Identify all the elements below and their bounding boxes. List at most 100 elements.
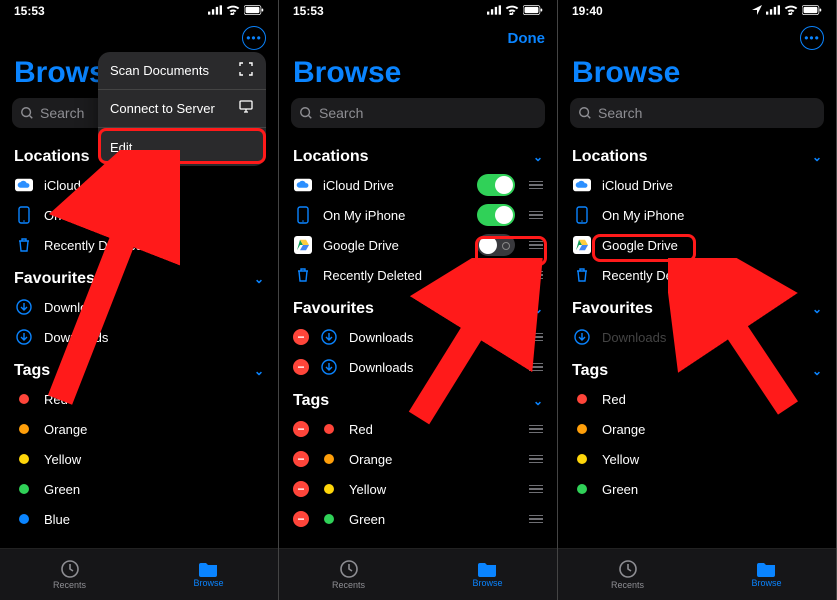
row-downloads[interactable]: Downloads — [558, 322, 836, 352]
drag-handle-icon[interactable] — [529, 425, 543, 433]
tab-recents[interactable]: Recents — [0, 549, 139, 600]
row-yellow[interactable]: Yellow — [0, 444, 278, 474]
drag-handle-icon[interactable] — [529, 241, 543, 249]
more-button[interactable]: ••• — [242, 26, 266, 50]
section-header-favourites[interactable]: Favourites⌄ — [0, 260, 278, 292]
row-orange[interactable]: Orange — [0, 414, 278, 444]
remove-button[interactable]: − — [293, 329, 309, 345]
row-on-my-iphone[interactable]: On My iPhone — [0, 200, 278, 230]
more-button[interactable]: ••• — [800, 26, 824, 50]
row-green[interactable]: Green — [0, 474, 278, 504]
nav-bar: Done — [279, 22, 557, 54]
row-on-my-iphone[interactable]: On My iPhone — [558, 200, 836, 230]
signal-icon — [487, 4, 501, 18]
menu-item-edit[interactable]: Edit — [98, 128, 266, 166]
google-drive-icon — [572, 235, 592, 255]
server-icon — [238, 100, 254, 117]
drag-handle-icon[interactable] — [529, 455, 543, 463]
remove-button[interactable]: − — [293, 481, 309, 497]
row-label: Green — [44, 482, 264, 497]
tag-swatch-green — [324, 514, 334, 524]
row-label: Orange — [602, 422, 822, 437]
section-header-tags[interactable]: Tags⌄ — [279, 382, 557, 414]
row-icloud-drive[interactable]: iCloud Drive — [558, 170, 836, 200]
row-icloud-drive[interactable]: iCloud Drive — [279, 170, 557, 200]
row-label: Recently Deleted — [323, 268, 515, 283]
tag-swatch-orange — [324, 454, 334, 464]
row-yellow[interactable]: −Yellow — [279, 474, 557, 504]
row-recently-deleted[interactable]: Recently Deleted — [279, 260, 557, 290]
done-button[interactable]: Done — [508, 30, 546, 47]
page-title: Browse — [558, 54, 836, 98]
row-orange[interactable]: − Orange — [279, 444, 557, 474]
row-label: Yellow — [602, 452, 822, 467]
google-drive-icon — [293, 235, 313, 255]
drag-handle-icon[interactable] — [529, 333, 543, 341]
tab-browse[interactable]: Browse — [418, 549, 557, 600]
row-label: Orange — [44, 422, 264, 437]
tag-swatch-yellow — [19, 454, 29, 464]
status-time: 19:40 — [572, 4, 603, 18]
row-red[interactable]: −Red — [279, 414, 557, 444]
row-red[interactable]: Red — [558, 384, 836, 414]
row-label: Orange — [349, 452, 515, 467]
drag-handle-icon[interactable] — [529, 181, 543, 189]
tab-bar: RecentsBrowse — [0, 548, 278, 600]
drag-handle-icon[interactable] — [529, 271, 543, 279]
row-yellow[interactable]: Yellow — [558, 444, 836, 474]
remove-button[interactable]: − — [293, 451, 309, 467]
row-recently-deleted[interactable]: Recently Deleted — [0, 230, 278, 260]
remove-button[interactable]: − — [293, 511, 309, 527]
screenshot-pane-1: 15:53•••BrowseSearchScan DocumentsConnec… — [0, 0, 279, 600]
remove-button[interactable]: − — [293, 359, 309, 375]
drag-handle-icon[interactable] — [529, 515, 543, 523]
row-downloads[interactable]: −Downloads — [279, 352, 557, 382]
row-on-my-iphone[interactable]: On My iPhone — [279, 200, 557, 230]
drag-handle-icon[interactable] — [529, 363, 543, 371]
row-icloud-drive[interactable]: iCloud Drive — [0, 170, 278, 200]
section-header-locations[interactable]: Locations⌄ — [558, 138, 836, 170]
row-label: Downloads — [44, 300, 264, 315]
row-label: Recently Deleted — [44, 238, 264, 253]
section-header-locations[interactable]: Locations⌄ — [279, 138, 557, 170]
section-header-tags[interactable]: Tags⌄ — [558, 352, 836, 384]
row-blue[interactable]: Blue — [0, 504, 278, 534]
download-icon — [572, 327, 592, 347]
tab-recents[interactable]: Recents — [279, 549, 418, 600]
row-label: iCloud Drive — [602, 178, 822, 193]
remove-button[interactable]: − — [293, 421, 309, 437]
row-label: Yellow — [44, 452, 264, 467]
search-input[interactable]: Search — [570, 98, 824, 128]
menu-item-scan-documents[interactable]: Scan Documents — [98, 52, 266, 90]
row-red[interactable]: Red — [0, 384, 278, 414]
section-header-tags[interactable]: Tags⌄ — [0, 352, 278, 384]
row-downloads[interactable]: −Downloads — [279, 322, 557, 352]
toggle-icloud-drive[interactable] — [477, 174, 515, 196]
drag-handle-icon[interactable] — [529, 211, 543, 219]
drag-handle-icon[interactable] — [529, 485, 543, 493]
tab-browse[interactable]: Browse — [139, 549, 278, 600]
search-icon — [20, 106, 34, 120]
tab-recents[interactable]: Recents — [558, 549, 697, 600]
row-green[interactable]: − Green — [279, 504, 557, 534]
battery-icon — [244, 4, 264, 18]
section-header-favourites[interactable]: Favourites⌄ — [279, 290, 557, 322]
toggle-on-my-iphone[interactable] — [477, 204, 515, 226]
row-downloads[interactable]: Downloads — [0, 322, 278, 352]
row-google-drive[interactable]: Google Drive — [558, 230, 836, 260]
chevron-down-icon: ⌄ — [254, 272, 264, 286]
row-label: Downloads — [44, 330, 264, 345]
search-input[interactable]: Search — [291, 98, 545, 128]
row-recently-deleted[interactable]: Recently Deleted — [558, 260, 836, 290]
row-google-drive[interactable]: Google Drive — [279, 230, 557, 260]
row-green[interactable]: Green — [558, 474, 836, 504]
row-orange[interactable]: Orange — [558, 414, 836, 444]
tab-browse[interactable]: Browse — [697, 549, 836, 600]
toggle-google-drive[interactable] — [477, 234, 515, 256]
section-header-favourites[interactable]: Favourites⌄ — [558, 290, 836, 322]
row-downloads[interactable]: Downloads — [0, 292, 278, 322]
search-icon — [578, 106, 592, 120]
row-label: Green — [349, 512, 515, 527]
menu-item-connect-to-server[interactable]: Connect to Server — [98, 90, 266, 128]
chevron-down-icon: ⌄ — [533, 394, 543, 408]
